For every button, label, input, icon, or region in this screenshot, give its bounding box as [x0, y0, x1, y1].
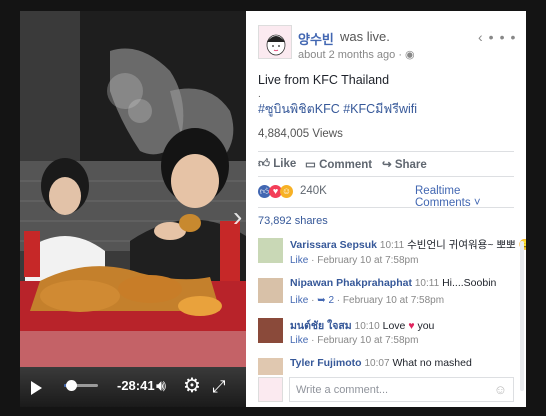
commenter-name[interactable]: Nipawan Phakprahaphat — [290, 277, 412, 289]
comment-item: Varissara Sepsuk 10:11 수빈언니 귀여워용~ 뽀뽀 😊💕 … — [258, 237, 526, 277]
comment-date[interactable]: February 10 at 7:58pm — [343, 295, 444, 306]
comment-body: Nipawan Phakprahaphat 10:11 Hi....Soobin — [290, 277, 496, 289]
next-arrow-icon[interactable]: › — [233, 201, 242, 233]
share-label: Share — [394, 159, 427, 171]
avatar — [258, 377, 283, 402]
comment-video-time[interactable]: 10:11 — [380, 240, 404, 251]
comment-button[interactable]: ▭ Comment — [305, 157, 372, 171]
share-count[interactable]: 73,892 shares — [258, 215, 328, 227]
gear-icon[interactable]: ⚙ — [183, 373, 201, 398]
comment-text: 수빈언니 귀여워용~ 뽀뽀 — [407, 239, 516, 251]
thumbs-up-icon: 👍︎ — [258, 158, 271, 170]
like-label: Like — [273, 158, 297, 170]
time-remaining: -28:41 — [117, 378, 155, 393]
comment-body: มนต์ชัย ใจสม 10:10 Love ♥ you — [290, 317, 434, 334]
comment-like-link[interactable]: Like — [290, 335, 308, 346]
post-time-text[interactable]: about 2 months ago — [298, 49, 395, 61]
comment-composer: Write a comment... ☺ — [258, 377, 520, 403]
comment-item: Tyler Fujimoto 10:07 What no mashed — [258, 357, 520, 375]
comment-body: Tyler Fujimoto 10:07 What no mashed — [290, 357, 472, 369]
comment-icon: ▭ — [305, 159, 316, 171]
divider — [258, 207, 514, 208]
comment-text: Love — [382, 320, 406, 332]
post-action: was live. — [340, 29, 390, 44]
comment-video-time[interactable]: 10:10 — [355, 321, 380, 332]
comment-input[interactable]: Write a comment... ☺ — [289, 377, 514, 402]
comment-body: Varissara Sepsuk 10:11 수빈언니 귀여워용~ 뽀뽀 😊💕 — [290, 237, 526, 252]
comment-item: มนต์ชัย ใจสม 10:10 Love ♥ you Like · Feb… — [258, 317, 520, 357]
back-arrow-icon[interactable]: ‹ — [478, 29, 489, 45]
view-count: 4,884,005 Views — [258, 128, 343, 140]
comment-text: you — [417, 320, 435, 332]
realtime-label: Realtime Comments — [415, 185, 471, 209]
commenter-avatar[interactable] — [258, 238, 283, 263]
separator: · — [311, 255, 315, 266]
more-options-icon[interactable]: ••• — [489, 29, 522, 45]
reactions-row: 👍︎ ♥ ☺ 240K Realtime Comments ˅ — [258, 184, 514, 209]
comment-date[interactable]: February 10 at 7:58pm — [317, 335, 418, 346]
comment-video-time[interactable]: 10:11 — [415, 278, 439, 289]
separator: · — [311, 295, 315, 306]
reply-count[interactable]: 2 — [328, 295, 334, 306]
commenter-name[interactable]: Tyler Fujimoto — [290, 357, 362, 369]
comment-like-link[interactable]: Like — [290, 255, 308, 266]
comment-like-link[interactable]: Like — [290, 295, 308, 306]
commenter-avatar[interactable] — [258, 318, 283, 343]
live-video-viewer: › -28:41 🔊︎ ⚙ ⤢ 양수빈 was live. about 2 mo… — [0, 0, 546, 416]
video-player[interactable]: › -28:41 🔊︎ ⚙ ⤢ — [20, 11, 246, 407]
separator: · — [336, 295, 341, 306]
comment-placeholder: Write a comment... — [296, 384, 389, 396]
post-panel: 양수빈 was live. about 2 months ago · ◉ ‹••… — [246, 11, 526, 407]
separator: · — [311, 335, 315, 346]
emoji-picker-icon[interactable]: ☺ — [494, 382, 507, 397]
comment-meta: Like · ➥ 2 · February 10 at 7:58pm — [290, 295, 444, 306]
reaction-count[interactable]: 240K — [300, 185, 327, 197]
post-time[interactable]: about 2 months ago · ◉ — [298, 48, 415, 61]
comment-video-time[interactable]: 10:07 — [364, 358, 389, 369]
play-icon[interactable] — [31, 381, 42, 395]
commenter-avatar[interactable] — [258, 358, 283, 375]
post-header: 양수빈 was live. about 2 months ago · ◉ ‹••… — [258, 21, 518, 73]
video-frame — [20, 11, 246, 407]
divider — [258, 176, 514, 177]
post-title: Live from KFC Thailand — [258, 73, 390, 87]
speaker-icon[interactable]: 🔊︎ — [156, 378, 166, 396]
realtime-comments-dropdown[interactable]: Realtime Comments ˅ — [415, 185, 514, 209]
separator: · — [398, 49, 402, 61]
comment-meta: Like · February 10 at 7:58pm — [290, 255, 418, 266]
seek-handle[interactable] — [65, 380, 77, 391]
comment-meta: Like · February 10 at 7:58pm — [290, 335, 418, 346]
comment-text: Hi....Soobin — [442, 277, 497, 289]
globe-icon: ◉ — [405, 49, 415, 61]
comment-date[interactable]: February 10 at 7:58pm — [317, 255, 418, 266]
divider — [258, 151, 514, 152]
comment-label: Comment — [319, 159, 373, 171]
share-icon: ↪ — [382, 159, 392, 171]
commenter-name[interactable]: Varissara Sepsuk — [290, 239, 377, 251]
comment-item: Nipawan Phakprahaphat 10:11 Hi....Soobin… — [258, 277, 520, 317]
avatar[interactable] — [258, 25, 292, 59]
post-hashtags[interactable]: #ซูบินพิชิตKFC #KFCมีฟรีwifi — [258, 99, 417, 119]
seek-bar[interactable] — [64, 380, 98, 391]
share-button[interactable]: ↪ Share — [382, 157, 427, 171]
heart-icon: ♥ — [408, 320, 415, 332]
commenter-name[interactable]: มนต์ชัย ใจสม — [290, 320, 352, 332]
header-icons: ‹••• — [478, 29, 521, 45]
fullscreen-icon[interactable]: ⤢ — [212, 377, 226, 397]
author-name[interactable]: 양수빈 — [298, 29, 334, 48]
commenter-avatar[interactable] — [258, 278, 283, 303]
reply-icon[interactable]: ➥ 2 — [317, 295, 334, 306]
comments-scrollbar[interactable] — [520, 241, 524, 391]
comment-text: What no mashed — [392, 357, 472, 369]
haha-reaction-icon[interactable]: ☺ — [280, 185, 293, 198]
like-button[interactable]: 👍︎ Like — [258, 157, 296, 171]
video-controls: -28:41 🔊︎ ⚙ ⤢ — [20, 367, 246, 407]
